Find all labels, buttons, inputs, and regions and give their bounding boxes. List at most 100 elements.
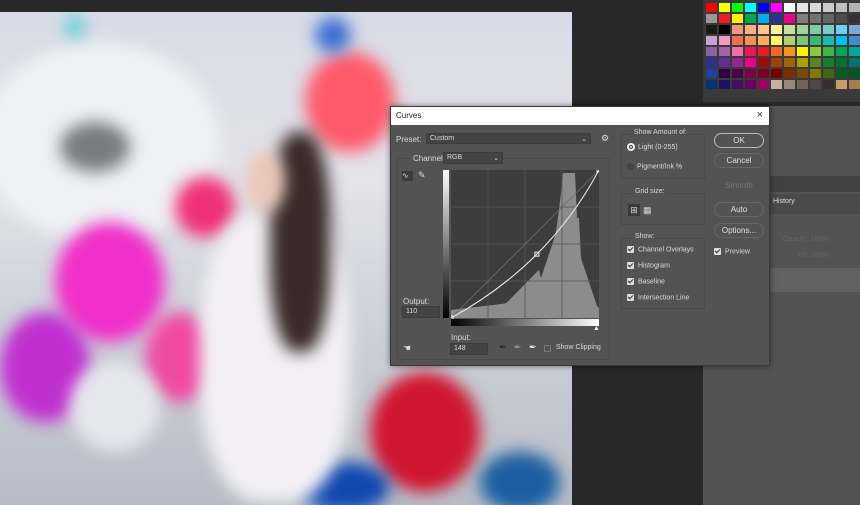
color-swatch[interactable] (731, 46, 744, 57)
color-swatch[interactable] (718, 79, 731, 90)
color-swatch[interactable] (718, 24, 731, 35)
color-swatch[interactable] (718, 68, 731, 79)
color-swatch[interactable] (835, 46, 848, 57)
options-button[interactable]: Options... (714, 223, 764, 238)
color-swatch[interactable] (835, 13, 848, 24)
baseline-checkbox[interactable]: Baseline (627, 278, 665, 285)
gray-eyedropper-icon[interactable]: ✒ (514, 342, 522, 353)
color-swatch[interactable] (822, 35, 835, 46)
color-swatch[interactable] (822, 79, 835, 90)
color-swatch[interactable] (718, 46, 731, 57)
color-swatch[interactable] (796, 46, 809, 57)
color-swatch[interactable] (744, 2, 757, 13)
color-swatch[interactable] (783, 2, 796, 13)
white-eyedropper-icon[interactable]: ✒ (529, 342, 537, 353)
light-radio[interactable]: Light (0-255) (627, 143, 678, 151)
color-swatch[interactable] (835, 68, 848, 79)
channel-select[interactable]: RGB ⌄ (443, 152, 503, 164)
color-swatch[interactable] (757, 13, 770, 24)
channel-overlays-checkbox[interactable]: Channel Overlays (627, 246, 694, 253)
color-swatch[interactable] (835, 2, 848, 13)
color-swatch[interactable] (744, 46, 757, 57)
color-swatch[interactable] (718, 35, 731, 46)
color-swatch[interactable] (744, 68, 757, 79)
color-swatch[interactable] (757, 57, 770, 68)
color-swatch[interactable] (770, 68, 783, 79)
color-swatch[interactable] (783, 46, 796, 57)
color-swatch[interactable] (848, 46, 860, 57)
color-swatch[interactable] (848, 13, 860, 24)
color-swatch[interactable] (783, 68, 796, 79)
color-swatch[interactable] (796, 79, 809, 90)
color-swatch[interactable] (731, 57, 744, 68)
color-swatch[interactable] (809, 24, 822, 35)
color-swatch[interactable] (705, 35, 718, 46)
color-swatch[interactable] (744, 57, 757, 68)
color-swatch[interactable] (822, 2, 835, 13)
simple-grid-icon[interactable]: ⊞ (628, 204, 640, 216)
color-swatch[interactable] (744, 24, 757, 35)
color-swatch[interactable] (796, 13, 809, 24)
fill-value[interactable]: 100% (811, 252, 829, 259)
color-swatch[interactable] (770, 24, 783, 35)
color-swatch[interactable] (796, 35, 809, 46)
color-swatch[interactable] (796, 2, 809, 13)
color-swatch[interactable] (783, 79, 796, 90)
color-swatch[interactable] (822, 57, 835, 68)
color-swatch[interactable] (705, 57, 718, 68)
pigment-radio[interactable]: Pigment/Ink % (627, 163, 682, 170)
ok-button[interactable]: OK (714, 133, 764, 148)
show-clipping-checkbox[interactable] (544, 345, 551, 352)
color-swatch[interactable] (731, 68, 744, 79)
color-swatch[interactable] (809, 46, 822, 57)
color-swatch[interactable] (770, 46, 783, 57)
color-swatch[interactable] (770, 57, 783, 68)
color-swatch[interactable] (770, 35, 783, 46)
white-point-slider[interactable]: ▲ (593, 325, 600, 332)
color-swatch[interactable] (848, 79, 860, 90)
color-swatch[interactable] (822, 46, 835, 57)
color-swatch[interactable] (796, 24, 809, 35)
black-point-slider[interactable]: △ (449, 325, 454, 333)
targeted-adjustment-icon[interactable]: ☚ (403, 343, 411, 354)
color-swatch[interactable] (757, 2, 770, 13)
color-swatch[interactable] (705, 13, 718, 24)
color-swatch[interactable] (796, 68, 809, 79)
color-swatch[interactable] (848, 2, 860, 13)
color-swatch[interactable] (705, 24, 718, 35)
color-swatch[interactable] (822, 13, 835, 24)
color-swatch[interactable] (705, 46, 718, 57)
color-swatch[interactable] (731, 13, 744, 24)
color-swatch[interactable] (744, 13, 757, 24)
gear-icon[interactable]: ⚙ (601, 133, 609, 144)
color-swatch[interactable] (783, 35, 796, 46)
color-swatch[interactable] (848, 35, 860, 46)
color-swatch[interactable] (718, 13, 731, 24)
color-swatch[interactable] (744, 79, 757, 90)
color-swatch[interactable] (757, 79, 770, 90)
color-swatch[interactable] (835, 35, 848, 46)
color-swatch[interactable] (809, 79, 822, 90)
color-swatch[interactable] (783, 57, 796, 68)
color-swatch[interactable] (809, 2, 822, 13)
color-swatch[interactable] (770, 13, 783, 24)
swatches-panel[interactable] (703, 0, 860, 102)
color-swatch[interactable] (809, 68, 822, 79)
color-swatch[interactable] (770, 2, 783, 13)
color-swatch[interactable] (757, 24, 770, 35)
color-swatch[interactable] (783, 13, 796, 24)
color-swatch[interactable] (809, 13, 822, 24)
color-swatch[interactable] (835, 57, 848, 68)
color-swatch[interactable] (783, 24, 796, 35)
color-swatch[interactable] (757, 68, 770, 79)
color-swatch[interactable] (809, 35, 822, 46)
pencil-icon[interactable]: ✎ (418, 170, 426, 181)
close-icon[interactable]: × (757, 109, 763, 121)
color-swatch[interactable] (822, 24, 835, 35)
preset-select[interactable]: Custom ⌄ (426, 133, 591, 144)
color-swatch[interactable] (848, 57, 860, 68)
color-swatch[interactable] (757, 35, 770, 46)
color-swatch[interactable] (731, 2, 744, 13)
histogram-checkbox[interactable]: Histogram (627, 262, 670, 269)
opacity-value[interactable]: 100% (811, 236, 829, 243)
